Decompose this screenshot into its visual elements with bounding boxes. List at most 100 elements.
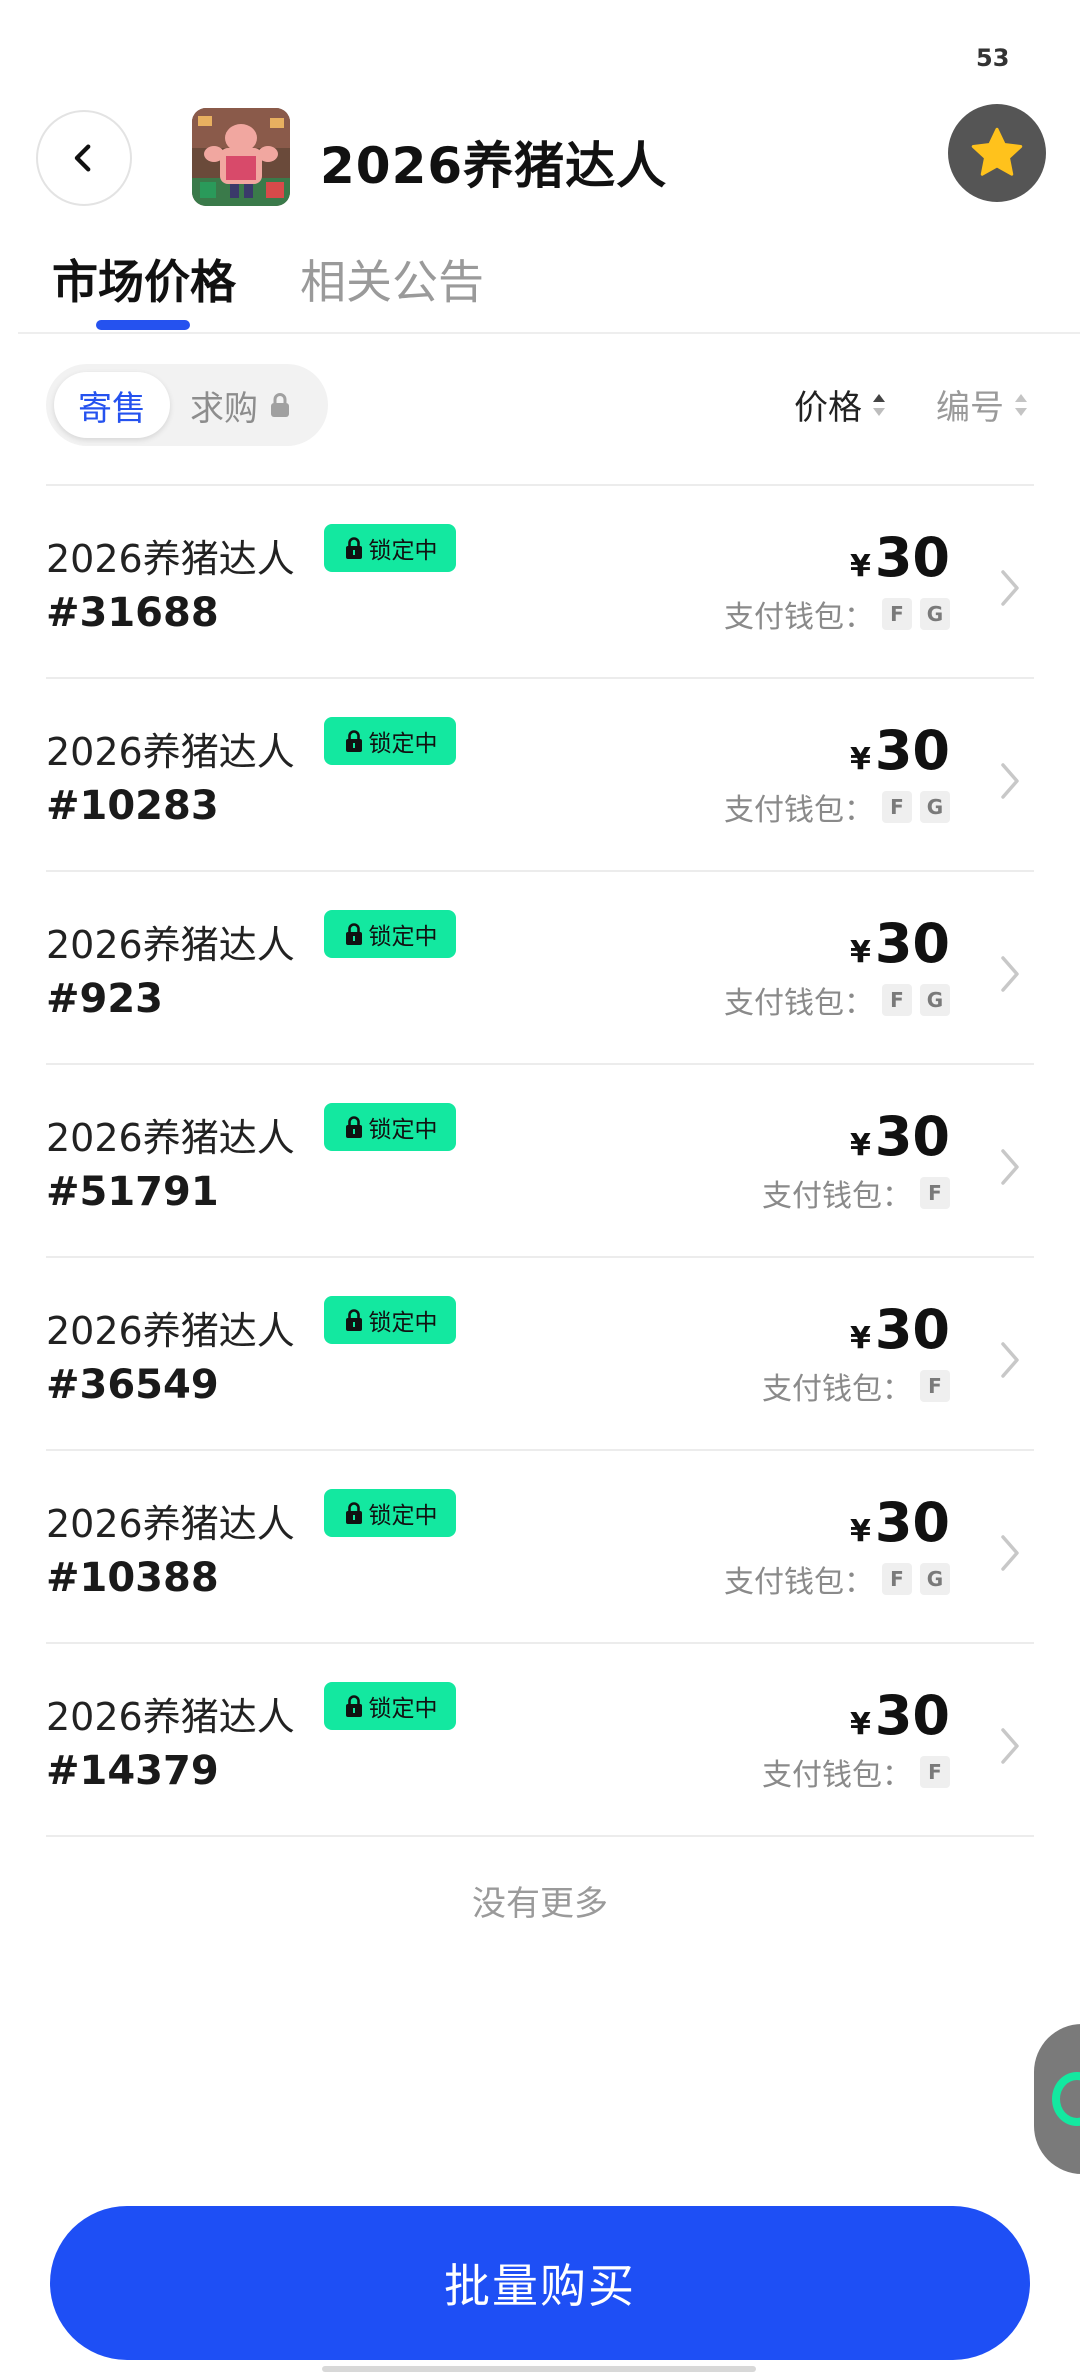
item-price: ¥30 [850,1684,950,1747]
lock-icon [345,1502,362,1524]
wallet-label: 支付钱包： [724,793,874,828]
wallet-badge: F [882,1563,912,1595]
price-amount: 30 [874,1105,950,1168]
listing-row[interactable]: 2026养猪达人 锁定中 #10388 ¥30 支付钱包： F G [46,1451,1034,1644]
currency-symbol: ¥ [849,1128,871,1163]
wallet-badge: F [882,984,912,1016]
item-price: ¥30 [850,719,950,782]
wallet-badge: F [920,1756,950,1788]
payment-wallets: 支付钱包： F G [724,978,950,1022]
listing-row[interactable]: 2026养猪达人 锁定中 #36549 ¥30 支付钱包： F [46,1258,1034,1451]
segment-sell[interactable]: 寄售 [54,372,170,438]
item-name: 2026养猪达人 [46,537,295,581]
item-number: #31688 [46,590,219,636]
listing-row[interactable]: 2026养猪达人 锁定中 #31688 ¥30 支付钱包： F G [46,486,1034,679]
listing-row[interactable]: 2026养猪达人 锁定中 #14379 ¥30 支付钱包： F [46,1644,1034,1837]
chevron-left-icon [74,144,91,172]
payment-wallets: 支付钱包： F G [724,1557,950,1601]
star-icon [971,127,1023,176]
item-number: #51791 [46,1169,219,1215]
chevron-right-icon [1001,1342,1019,1378]
locked-badge: 锁定中 [324,1682,456,1730]
locked-badge: 锁定中 [324,1103,456,1151]
wallet-badge: G [920,1563,950,1595]
lock-icon [345,1309,362,1331]
wallet-label: 支付钱包： [724,1565,874,1600]
payment-wallets: 支付钱包： F G [724,592,950,636]
item-name: 2026养猪达人 [46,1502,295,1546]
wallet-badge: G [920,984,950,1016]
item-price: ¥30 [850,1298,950,1361]
chevron-right-icon [1001,956,1019,992]
wallet-badge: F [882,598,912,630]
lock-icon [345,1695,362,1717]
lock-icon [345,537,362,559]
wallet-label: 支付钱包： [724,600,874,635]
segment-buy[interactable]: 求购 [190,372,292,438]
wallet-badge: F [920,1177,950,1209]
header: 2026养猪达人 [0,104,1080,212]
locked-badge: 锁定中 [324,1489,456,1537]
item-number: #14379 [46,1748,219,1794]
tab-market-price[interactable]: 市场价格 [52,246,236,312]
item-name: 2026养猪达人 [46,923,295,967]
item-price: ¥30 [850,526,950,589]
sort-icon [1015,393,1027,416]
divider [18,332,1080,334]
sort-by-price[interactable]: 价格 [794,380,888,429]
lock-icon [345,1116,362,1138]
tab-announcements[interactable]: 相关公告 [300,246,484,312]
sort-price-label: 价格 [794,388,862,428]
tab-bar: 市场价格 相关公告 [0,246,1080,332]
item-name: 2026养猪达人 [46,730,295,774]
locked-badge: 锁定中 [324,910,456,958]
chevron-right-icon [1001,1728,1019,1764]
locked-badge-label: 锁定中 [368,924,438,950]
payment-wallets: 支付钱包： F [762,1171,950,1215]
back-button[interactable] [36,110,132,206]
page-title: 2026养猪达人 [320,137,668,195]
item-number: #923 [46,976,164,1022]
item-name: 2026养猪达人 [46,1695,295,1739]
locked-badge-label: 锁定中 [368,538,438,564]
locked-badge-label: 锁定中 [368,1696,438,1722]
sort-by-number[interactable]: 编号 [936,380,1030,429]
listing-row[interactable]: 2026养猪达人 锁定中 #923 ¥30 支付钱包： F G [46,872,1034,1065]
batch-buy-button[interactable]: 批量购买 [50,2206,1030,2360]
price-amount: 30 [874,526,950,589]
item-number: #10388 [46,1555,219,1601]
sort-icon [873,393,885,416]
chevron-right-icon [1001,570,1019,606]
wallet-label: 支付钱包： [762,1372,912,1407]
wallet-label: 支付钱包： [724,986,874,1021]
lock-icon [345,730,362,752]
currency-symbol: ¥ [849,935,871,970]
chevron-right-icon [1001,1535,1019,1571]
favorite-button[interactable] [948,104,1046,202]
currency-symbol: ¥ [849,549,871,584]
payment-wallets: 支付钱包： F G [724,785,950,829]
wallet-badge: G [920,598,950,630]
segment-buy-label: 求购 [190,388,258,429]
floating-service-button[interactable] [1034,2024,1080,2174]
item-name: 2026养猪达人 [46,1309,295,1353]
listing-row[interactable]: 2026养猪达人 锁定中 #10283 ¥30 支付钱包： F G [46,679,1034,872]
price-amount: 30 [874,1684,950,1747]
locked-badge: 锁定中 [324,717,456,765]
price-amount: 30 [874,1491,950,1554]
sort-number-label: 编号 [936,388,1004,428]
collection-avatar [192,108,290,206]
wallet-label: 支付钱包： [762,1758,912,1793]
item-number: #36549 [46,1362,219,1408]
item-price: ¥30 [850,912,950,975]
wallet-badge: F [920,1370,950,1402]
lock-icon [345,923,362,945]
tab-active-indicator [96,320,190,330]
price-amount: 30 [874,719,950,782]
listing-row[interactable]: 2026养猪达人 锁定中 #51791 ¥30 支付钱包： F [46,1065,1034,1258]
item-name: 2026养猪达人 [46,1116,295,1160]
currency-symbol: ¥ [849,1321,871,1356]
locked-badge: 锁定中 [324,524,456,572]
locked-badge: 锁定中 [324,1296,456,1344]
currency-symbol: ¥ [849,1707,871,1742]
